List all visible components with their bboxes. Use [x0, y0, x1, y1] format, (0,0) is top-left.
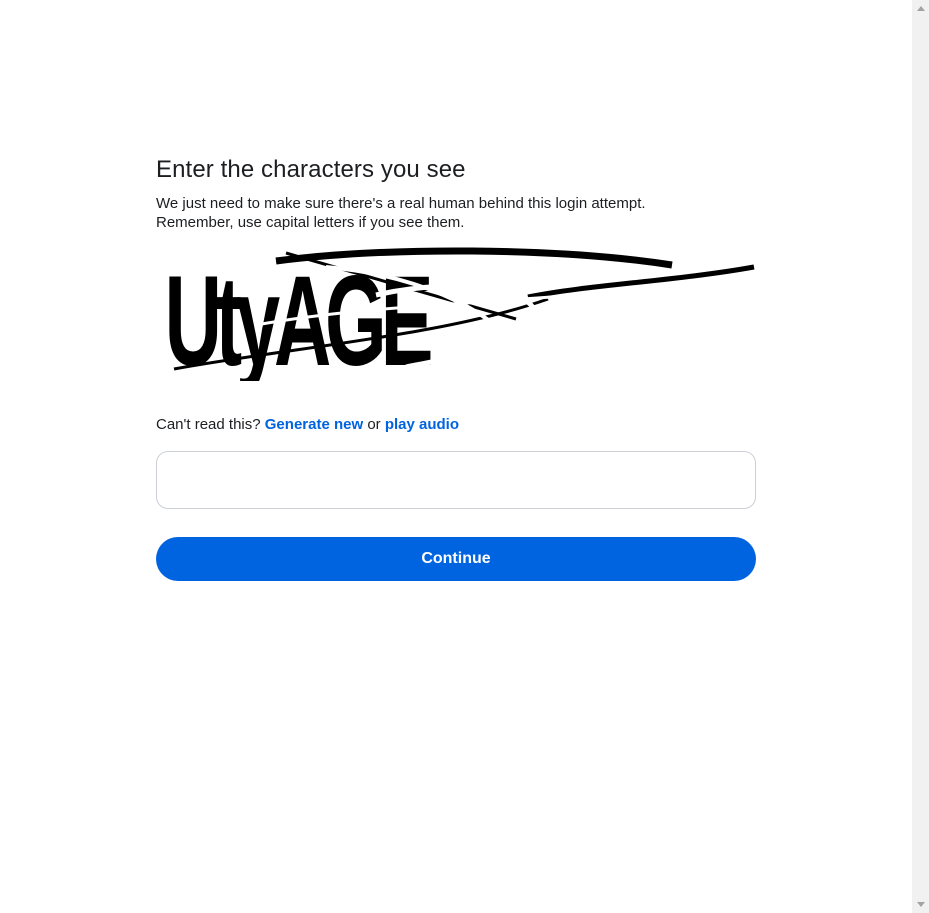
captcha-graphic: UtyAGE — [165, 247, 755, 381]
captcha-image: UtyAGE — [156, 247, 756, 381]
description-line-1: We just need to make sure there's a real… — [156, 195, 646, 212]
cant-read-text: Can't read this? — [156, 416, 261, 433]
page: Enter the characters you see We just nee… — [0, 0, 929, 913]
captcha-characters: UtyAGE — [165, 250, 431, 381]
or-text: or — [367, 416, 381, 433]
description: We just need to make sure there's a real… — [156, 194, 756, 232]
captcha-form: Enter the characters you see We just nee… — [156, 154, 756, 581]
play-audio-link[interactable]: play audio — [385, 416, 459, 433]
description-line-2: Remember, use capital letters if you see… — [156, 214, 465, 231]
captcha-input[interactable] — [157, 452, 755, 508]
scroll-up-arrow-icon[interactable] — [912, 0, 929, 17]
vertical-scrollbar[interactable] — [912, 0, 929, 913]
generate-new-link[interactable]: Generate new — [265, 416, 363, 433]
scroll-down-arrow-icon[interactable] — [912, 896, 929, 913]
continue-button[interactable]: Continue — [156, 537, 756, 581]
captcha-input-container — [156, 451, 756, 509]
alternative-options: Can't read this? Generate new or play au… — [156, 415, 756, 435]
page-title: Enter the characters you see — [156, 156, 466, 183]
